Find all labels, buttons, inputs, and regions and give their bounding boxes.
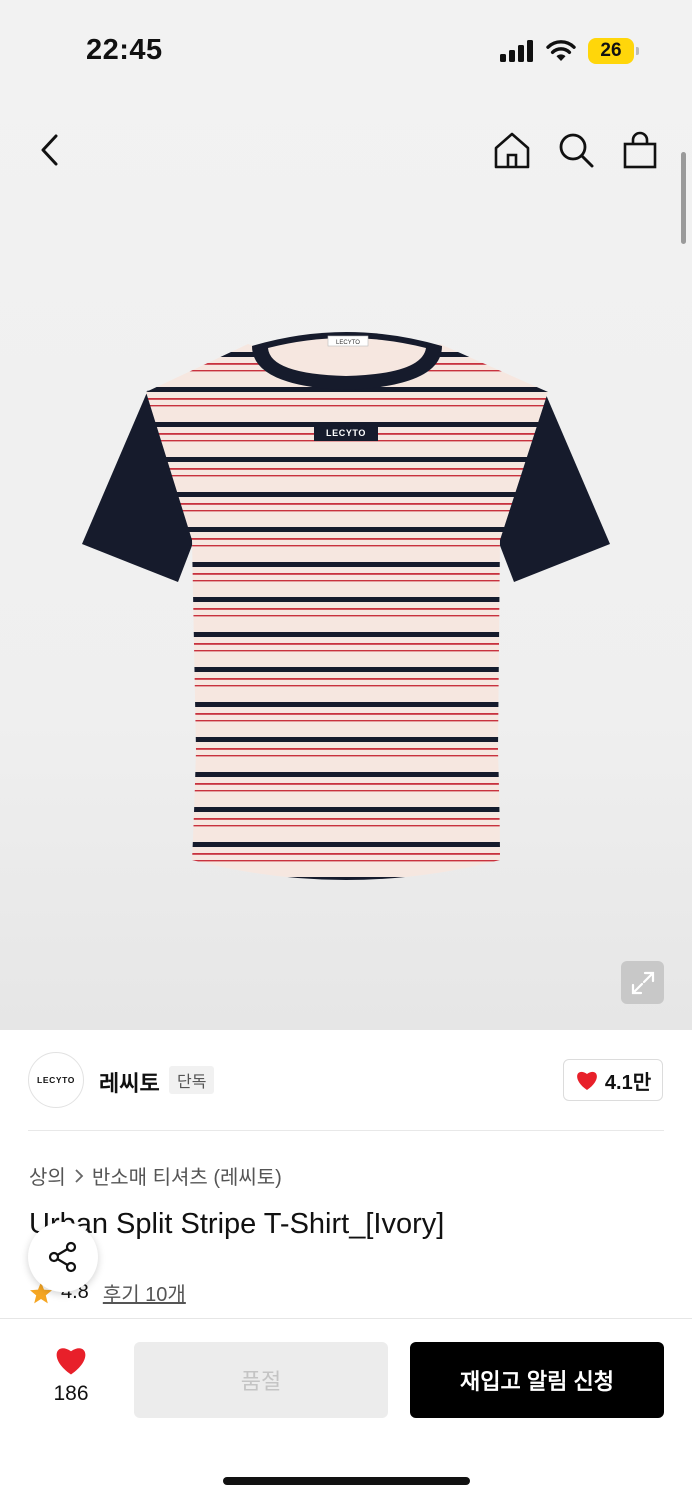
status-time: 22:45 (86, 34, 163, 66)
wish-count: 186 (53, 1382, 89, 1405)
breadcrumb: 상의 반소매 티셔츠 (레씨토) (29, 1161, 282, 1190)
home-icon (494, 132, 530, 169)
search-button[interactable] (554, 128, 598, 172)
exclusive-badge: 단독 (169, 1066, 215, 1094)
divider (28, 1130, 664, 1131)
brand-name[interactable]: 레씨토 (99, 1066, 160, 1098)
battery-icon: 26 (588, 38, 639, 64)
reviews-link[interactable]: 후기 10개 (103, 1278, 186, 1307)
status-icons: 26 (500, 38, 639, 64)
breadcrumb-subcategory[interactable]: 반소매 티셔츠 (레씨토) (92, 1161, 282, 1190)
breadcrumb-category[interactable]: 상의 (29, 1161, 66, 1190)
heart-icon (577, 1071, 597, 1090)
brand-like-button[interactable]: 4.1만 (563, 1059, 663, 1101)
restock-alert-button[interactable]: 재입고 알림 신청 (410, 1342, 664, 1418)
share-button[interactable] (28, 1222, 98, 1292)
share-icon (48, 1241, 77, 1273)
fullscreen-button[interactable] (621, 961, 664, 1004)
chest-label-text: LECYTO (326, 428, 366, 438)
shopping-bag-icon (623, 131, 657, 169)
scroll-indicator[interactable] (681, 152, 686, 244)
product-hero: 22:45 26 LECYTO LECYTO (0, 0, 692, 1030)
cellular-signal-icon (500, 40, 533, 62)
product-image[interactable]: LECYTO LECYTO (70, 320, 622, 910)
cart-button[interactable] (618, 128, 662, 172)
soldout-button[interactable]: 품절 (134, 1342, 388, 1418)
wish-button[interactable]: 186 (40, 1344, 102, 1406)
neck-label-text: LECYTO (336, 340, 360, 346)
expand-icon (631, 971, 654, 994)
battery-level: 26 (600, 40, 622, 61)
home-button[interactable] (490, 128, 534, 172)
brand-logo[interactable]: LECYTO (28, 1052, 84, 1108)
search-icon (559, 133, 594, 168)
back-chevron-icon (41, 134, 58, 166)
chevron-right-icon (75, 1168, 84, 1183)
status-bar: 22:45 26 (0, 0, 692, 100)
brand-like-count: 4.1만 (604, 1071, 652, 1094)
wifi-icon (546, 40, 576, 61)
heart-icon (56, 1348, 86, 1375)
back-button[interactable] (30, 130, 70, 170)
brand-logo-text: LECYTO (37, 1075, 75, 1085)
home-indicator[interactable] (223, 1477, 470, 1485)
